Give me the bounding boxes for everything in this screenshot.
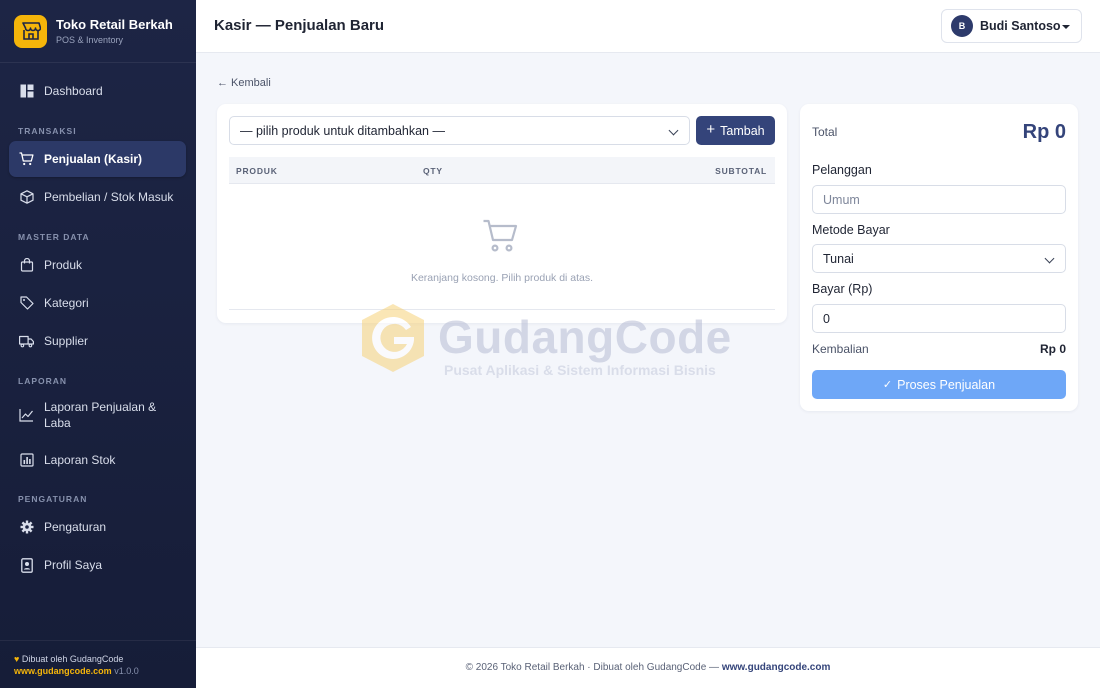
column-header-subtotal: SUBTOTAL [715,166,767,176]
page-title: Kasir — Penjualan Baru [214,17,385,34]
footer-text: © 2026 Toko Retail Berkah · Dibuat oleh … [465,662,722,673]
watermark: GudangCode Pusat Aplikasi & Sistem Infor… [358,302,758,382]
sidebar-item-penjualan[interactable]: Penjualan (Kasir) [9,141,186,177]
avatar: B [951,15,973,37]
line-chart-icon [19,408,34,423]
sidebar-item-label: Produk [44,258,83,272]
sidebar-item-label: Supplier [44,334,89,348]
plus-icon: + [706,121,716,138]
gudangcode-logo-icon [358,302,428,379]
process-button-label: Proses Penjualan [897,377,996,392]
product-select-value: — pilih produk untuk ditambahkan — [240,123,445,138]
user-menu-button[interactable]: B Budi Santoso [941,9,1082,43]
column-header-produk: PRODUK [236,166,278,176]
watermark-title: GudangCode [438,311,732,363]
total-label: Total [812,125,838,139]
process-sale-button[interactable]: ✓ Proses Penjualan [812,370,1066,399]
sidebar-item-kategori[interactable]: Kategori [9,285,186,321]
sidebar-item-laporan-stok[interactable]: Laporan Stok [9,442,186,478]
sidebar-footer: ♥ Dibuat oleh GudangCode www.gudangcode.… [0,640,196,688]
sidebar-item-label: Pengaturan [44,520,107,534]
sidebar-item-laporan-penjualan[interactable]: Laporan Penjualan & Laba [9,392,186,438]
section-laporan: LAPORAN [18,376,68,386]
topbar: Kasir — Penjualan Baru B Budi Santoso [196,0,1100,53]
pay-amount-input[interactable] [823,311,1053,326]
payment-method-value: Tunai [823,251,854,266]
tag-icon [19,296,34,311]
column-header-qty: QTY [423,166,443,176]
add-product-button[interactable]: + Tambah [696,116,775,145]
brand-name: Toko Retail Berkah [56,17,173,32]
sidebar-item-supplier[interactable]: Supplier [9,323,186,359]
payment-method-select[interactable]: Tunai [812,244,1066,273]
sidebar-item-label: Kategori [44,296,89,310]
site-link[interactable]: www.gudangcode.com [14,666,112,676]
section-master-data: MASTER DATA [18,232,90,242]
add-button-label: Tambah [720,123,765,138]
chevron-down-icon [1044,253,1055,264]
cart-icon [19,152,34,167]
dashboard-icon [19,84,34,99]
truck-icon [19,334,34,349]
caret-down-icon [1062,25,1070,29]
section-transaksi: TRANSAKSI [18,126,77,136]
cart-card: — pilih produk untuk ditambahkan — + Tam… [217,104,787,323]
customer-field[interactable] [812,185,1066,214]
payment-method-label: Metode Bayar [812,223,890,237]
chevron-down-icon [668,125,679,136]
bag-icon [19,258,34,273]
cart-empty-message: Keranjang kosong. Pilih produk di atas. [410,272,594,284]
sidebar-item-label: Penjualan (Kasir) [44,152,143,166]
version-text: v1.0.0 [114,666,139,676]
sidebar-item-label: Laporan Penjualan & Laba [44,400,157,430]
pay-amount-field[interactable] [812,304,1066,333]
sidebar-item-label: Pembelian / Stok Masuk [44,190,174,204]
brand-subtitle: POS & Inventory [56,35,124,45]
heart-icon: ♥ [14,654,20,664]
made-by-text: Dibuat oleh GudangCode [21,654,124,664]
back-link[interactable]: ← Kembali [217,77,271,89]
sidebar-item-produk[interactable]: Produk [9,247,186,283]
sidebar-item-label: Profil Saya [44,558,103,572]
sidebar-item-label: Dashboard [44,84,103,98]
store-icon [14,14,47,48]
cart-empty-state: Keranjang kosong. Pilih produk di atas. [229,184,775,310]
bar-chart-icon [19,453,34,468]
sidebar: Toko Retail Berkah POS & Inventory Dashb… [0,0,196,688]
footer-link[interactable]: www.gudangcode.com [722,662,831,673]
page-footer: © 2026 Toko Retail Berkah · Dibuat oleh … [196,647,1100,688]
cart-empty-icon [482,218,518,259]
total-value: Rp 0 [1022,121,1066,143]
sidebar-item-pembelian[interactable]: Pembelian / Stok Masuk [9,179,186,215]
payment-summary-card: Total Rp 0 Pelanggan Metode Bayar Tunai … [800,104,1078,411]
brand[interactable]: Toko Retail Berkah POS & Inventory [0,0,196,63]
watermark-subtitle: Pusat Aplikasi & Sistem Informasi Bisnis [444,362,716,378]
customer-label: Pelanggan [812,163,872,177]
change-value: Rp 0 [1039,342,1066,356]
box-icon [19,190,34,205]
sidebar-item-dashboard[interactable]: Dashboard [9,73,186,109]
user-name: Budi Santoso [980,19,1061,33]
product-select[interactable]: — pilih produk untuk ditambahkan — [229,116,690,145]
id-card-icon [19,557,34,573]
cart-table-header: PRODUK QTY SUBTOTAL [229,157,775,184]
change-label: Kembalian [812,342,869,356]
sidebar-item-pengaturan[interactable]: Pengaturan [9,509,186,545]
pay-amount-label: Bayar (Rp) [812,282,873,296]
customer-input[interactable] [823,192,1053,207]
check-icon: ✓ [882,379,893,391]
section-pengaturan: PENGATURAN [18,494,88,504]
sidebar-item-label: Laporan Stok [44,453,116,467]
sidebar-item-profil[interactable]: Profil Saya [9,547,186,583]
gear-icon [19,520,34,535]
